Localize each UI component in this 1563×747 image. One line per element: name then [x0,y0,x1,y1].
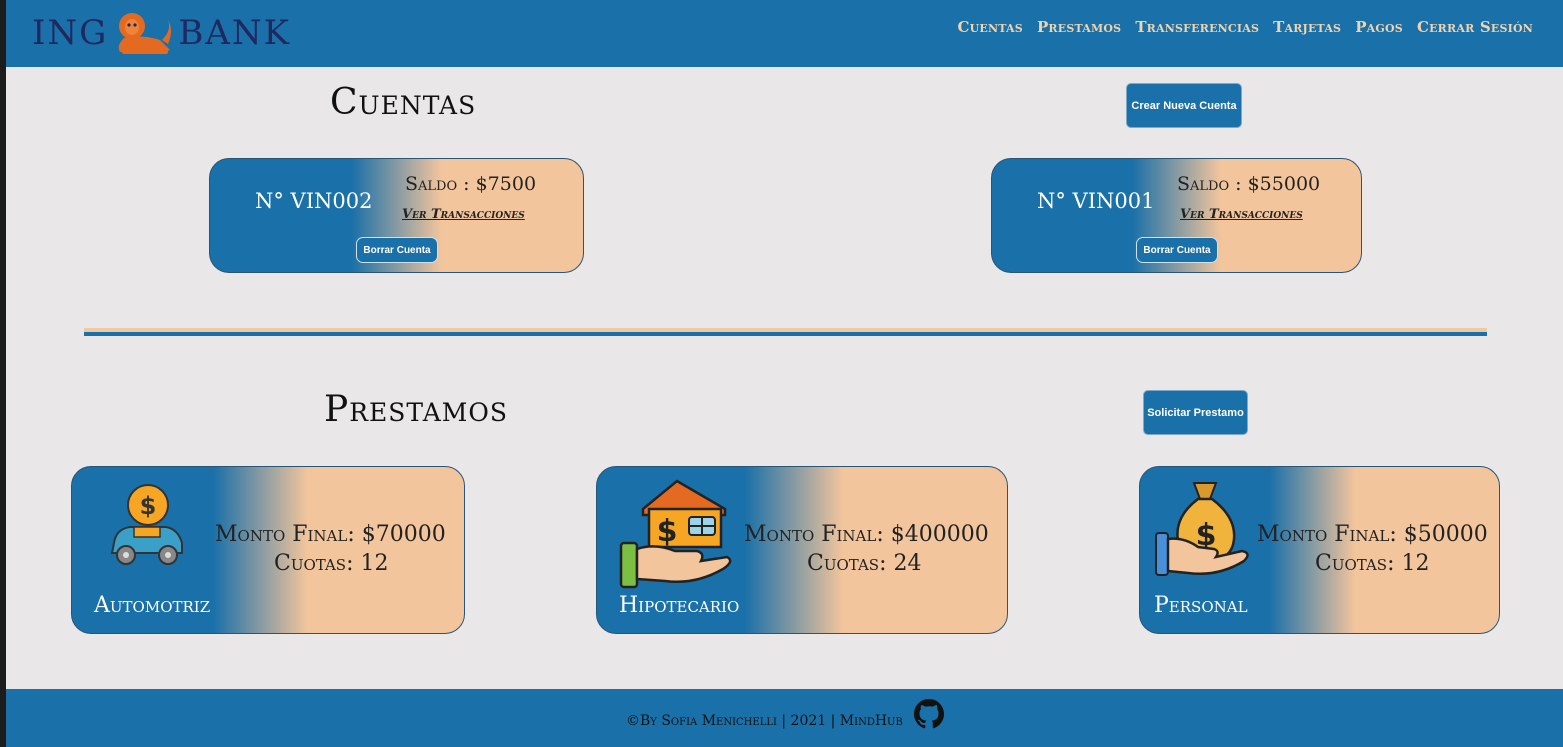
cuentas-title: Cuentas [330,82,477,123]
footer-credit: ©By Sofia Menichelli | 2021 | MindHub [626,713,903,729]
loan-cuotas: Cuotas: 12 [1315,551,1430,576]
account-saldo: Saldo : $55000 [1177,173,1321,195]
account-number: N° VIN002 [255,189,373,213]
page: ING BANK Cuentas Prestamos Transferencia… [6,0,1563,747]
create-account-button[interactable]: Crear Nueva Cuenta [1126,83,1242,128]
nav-prestamos[interactable]: Prestamos [1037,18,1121,36]
request-loan-button[interactable]: Solicitar Prestamo [1143,390,1248,435]
svg-text:$: $ [657,514,678,549]
account-saldo: Saldo : $7500 [405,173,537,195]
loan-card: $ Monto Final: $70000 Cuotas: 12 Automot… [71,466,465,634]
loan-type: Automotriz [94,593,211,618]
account-card: N° VIN001 Saldo : $55000 Ver Transaccion… [991,158,1362,273]
footer: ©By Sofia Menichelli | 2021 | MindHub [6,689,1563,747]
delete-account-button[interactable]: Borrar Cuenta [356,237,438,263]
loan-cuotas: Cuotas: 24 [807,551,922,576]
brand-left: ING [32,13,109,53]
header: ING BANK Cuentas Prestamos Transferencia… [6,0,1563,67]
nav-cuentas[interactable]: Cuentas [958,18,1023,36]
main-nav: Cuentas Prestamos Transferencias Tarjeta… [958,18,1534,36]
loan-card: $ Monto Final: $400000 Cuotas: 24 Hipote… [596,466,1008,634]
view-transactions-link[interactable]: Ver Transacciones [402,207,525,222]
car-money-icon: $ [110,484,183,565]
house-hand-icon: $ [619,479,732,589]
account-number: N° VIN001 [1037,189,1155,213]
money-bag-hand-icon: $ [1155,482,1249,576]
nav-cerrar-sesion[interactable]: Cerrar Sesión [1417,18,1533,36]
view-transactions-link[interactable]: Ver Transacciones [1180,207,1303,222]
github-icon[interactable] [914,699,944,729]
lion-icon [119,13,172,54]
delete-account-button[interactable]: Borrar Cuenta [1136,237,1218,263]
loan-monto: Monto Final: $50000 [1257,522,1488,547]
loan-card: $ Monto Final: $50000 Cuotas: 12 Persona… [1139,466,1500,634]
section-divider [84,328,1487,336]
nav-tarjetas[interactable]: Tarjetas [1273,18,1341,36]
nav-pagos[interactable]: Pagos [1355,18,1403,36]
account-card: N° VIN002 Saldo : $7500 Ver Transaccione… [209,158,584,273]
loan-monto: Monto Final: $70000 [215,522,446,547]
nav-transferencias[interactable]: Transferencias [1135,18,1259,36]
brand-right: BANK [178,13,292,53]
loan-monto: Monto Final: $400000 [744,522,989,547]
brand-logo[interactable]: ING BANK [32,8,291,58]
prestamos-title: Prestamos [324,389,509,430]
svg-text:$: $ [140,492,157,520]
loan-cuotas: Cuotas: 12 [274,551,389,576]
loan-type: Personal [1154,593,1248,618]
loan-type: Hipotecario [619,593,740,618]
